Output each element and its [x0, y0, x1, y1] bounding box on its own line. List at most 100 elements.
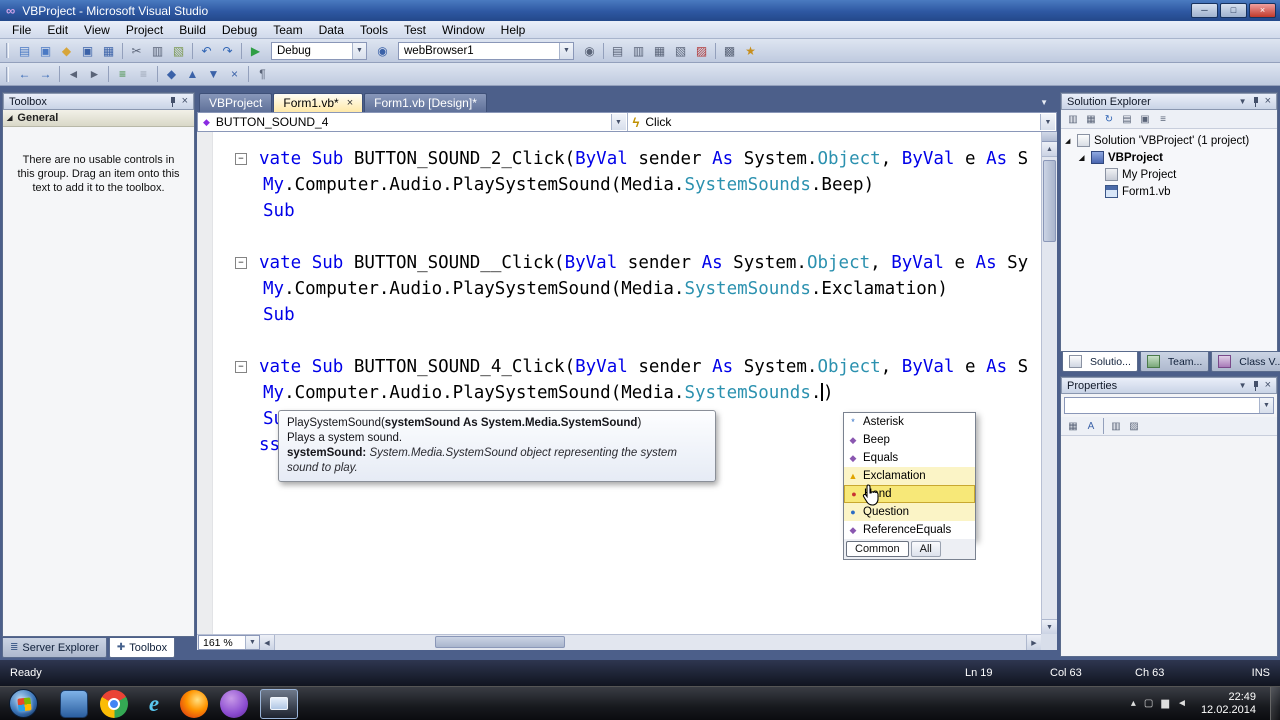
close-icon[interactable]: ×	[1265, 380, 1271, 391]
tray-action-center-icon[interactable]: ▢	[1144, 698, 1153, 709]
menu-item-edit[interactable]: Edit	[39, 22, 76, 38]
events-dropdown[interactable]: ϟ Click ▼	[627, 113, 1057, 131]
vertical-scroll-thumb[interactable]	[1043, 160, 1056, 242]
new-project-icon[interactable]: ▤	[14, 41, 35, 61]
taskbar-firefox-icon[interactable]	[180, 690, 208, 718]
find-in-files-icon[interactable]: ◉	[579, 41, 600, 61]
alphabetical-icon[interactable]: A	[1082, 418, 1100, 434]
window-position-icon[interactable]: ▼	[1239, 97, 1247, 106]
code-line[interactable]: My.Computer.Audio.PlaySystemSound(Media.…	[197, 172, 1041, 198]
taskbar-internet-explorer-icon[interactable]: e	[140, 690, 168, 718]
uncomment-icon[interactable]: ≡	[133, 64, 154, 84]
scroll-down-icon[interactable]: ▼	[1042, 619, 1057, 634]
show-all-files-icon[interactable]: ▦	[1082, 111, 1100, 127]
window-position-icon[interactable]: ▼	[1239, 381, 1247, 390]
expand-all-icon[interactable]: ≡	[1154, 111, 1172, 127]
completion-item-exclamation[interactable]: ▲Exclamation	[844, 467, 975, 485]
immediate-window-icon[interactable]: ▩	[719, 41, 740, 61]
menu-item-tools[interactable]: Tools	[352, 22, 396, 38]
tray-network-icon[interactable]: ▆	[1161, 698, 1169, 709]
maximize-button[interactable]: □	[1220, 3, 1247, 18]
chevron-down-icon[interactable]: ▼	[352, 43, 366, 59]
chevron-down-icon[interactable]: ▼	[611, 114, 626, 130]
toolbox-general-section[interactable]: ◢ General	[3, 110, 194, 127]
code-line[interactable]: Sub	[197, 302, 1041, 328]
properties-icon[interactable]: ▥	[1064, 111, 1082, 127]
object-browser-icon[interactable]: ▦	[649, 41, 670, 61]
completion-item-referenceequals[interactable]: ◆ReferenceEquals	[844, 521, 975, 539]
pin-icon[interactable]	[169, 96, 177, 107]
close-tab-icon[interactable]: ×	[347, 97, 353, 109]
menu-item-data[interactable]: Data	[311, 22, 352, 38]
toolbox-tab[interactable]: ✚ Toolbox	[109, 638, 175, 658]
toolbox-window-icon[interactable]: ▧	[670, 41, 691, 61]
splitter-handle[interactable]	[1042, 132, 1057, 142]
taskbar-clock[interactable]: 22:49 12.02.2014	[1201, 691, 1256, 717]
find-icon[interactable]: ◉	[372, 41, 393, 61]
menu-item-build[interactable]: Build	[171, 22, 214, 38]
chevron-down-icon[interactable]: ▼	[245, 636, 259, 649]
solution-configurations-dropdown[interactable]: Debug ▼	[271, 42, 367, 60]
fold-collapse-icon[interactable]: −	[235, 153, 247, 165]
close-icon[interactable]: ×	[1265, 96, 1271, 107]
close-icon[interactable]: ×	[182, 96, 188, 107]
find-combo[interactable]: webBrowser1 ▼	[398, 42, 574, 60]
completion-tab-all[interactable]: All	[911, 541, 941, 557]
save-icon[interactable]: ▣	[77, 41, 98, 61]
fold-collapse-icon[interactable]: −	[235, 257, 247, 269]
menu-item-view[interactable]: View	[76, 22, 118, 38]
minimize-button[interactable]: ─	[1191, 3, 1218, 18]
pin-icon[interactable]	[1252, 380, 1260, 391]
scroll-right-icon[interactable]: ▶	[1026, 635, 1041, 650]
fold-collapse-icon[interactable]: −	[235, 361, 247, 373]
add-item-icon[interactable]: ▣	[35, 41, 56, 61]
prev-bookmark-icon[interactable]: ▲	[182, 64, 203, 84]
properties-object-dropdown[interactable]: ▼	[1064, 397, 1274, 414]
taskbar-active-app-icon[interactable]	[260, 689, 298, 719]
menu-item-test[interactable]: Test	[396, 22, 434, 38]
solution-explorer-header[interactable]: Solution Explorer ▼ ×	[1061, 93, 1277, 110]
code-line[interactable]: My.Computer.Audio.PlaySystemSound(Media.…	[197, 380, 1041, 406]
completion-item-equals[interactable]: ◆Equals	[844, 449, 975, 467]
toolbar-grip[interactable]	[6, 43, 9, 58]
start-page-icon[interactable]: ★	[740, 41, 761, 61]
horizontal-scrollbar[interactable]: 161 % ▼ ◀ ▶	[197, 634, 1041, 650]
code-line[interactable]	[197, 224, 1041, 250]
expander-icon[interactable]: ◢	[1065, 137, 1077, 145]
code-line[interactable]: −vate Sub BUTTON_SOUND__Click(ByVal send…	[197, 250, 1041, 276]
clear-bookmarks-icon[interactable]: ×	[224, 64, 245, 84]
properties-window-icon[interactable]: ▥	[628, 41, 649, 61]
tab-vbproject[interactable]: VBProject	[199, 93, 272, 112]
increase-indent-icon[interactable]: ►	[84, 64, 105, 84]
categorized-icon[interactable]: ▦	[1064, 418, 1082, 434]
open-file-icon[interactable]: ◆	[56, 41, 77, 61]
menu-item-help[interactable]: Help	[493, 22, 534, 38]
tray-show-hidden-icons-icon[interactable]: ▴	[1131, 698, 1136, 709]
panel-tab-team[interactable]: Team...	[1140, 352, 1209, 372]
title-bar[interactable]: ∞ VBProject - Microsoft Visual Studio ─ …	[0, 0, 1280, 21]
quick-info-icon[interactable]: ¶	[252, 64, 273, 84]
copy-icon[interactable]: ▥	[147, 41, 168, 61]
completion-item-asterisk[interactable]: *Asterisk	[844, 413, 975, 431]
tray-volume-icon[interactable]: ◄	[1177, 698, 1187, 709]
tree-item-solution-vbproject-1-project[interactable]: ◢Solution 'VBProject' (1 project)	[1061, 132, 1277, 149]
panel-tab-class-v[interactable]: Class V...	[1211, 352, 1280, 372]
horizontal-scroll-thumb[interactable]	[435, 636, 565, 648]
menu-item-debug[interactable]: Debug	[214, 22, 265, 38]
close-button[interactable]: ×	[1249, 3, 1276, 18]
tab-form1-vb[interactable]: Form1.vb*×	[273, 93, 363, 112]
server-explorer-tab[interactable]: ≣ Server Explorer	[2, 638, 107, 658]
toolbar-grip[interactable]	[6, 67, 9, 82]
properties-icon[interactable]: ▥	[1107, 418, 1125, 434]
scroll-left-icon[interactable]: ◀	[260, 635, 275, 650]
tree-item-my-project[interactable]: My Project	[1061, 166, 1277, 183]
paste-icon[interactable]: ▧	[168, 41, 189, 61]
view-designer-icon[interactable]: ▣	[1136, 111, 1154, 127]
code-line[interactable]	[197, 328, 1041, 354]
property-pages-icon[interactable]: ▨	[1125, 418, 1143, 434]
tree-item-form1-vb[interactable]: Form1.vb	[1061, 183, 1277, 200]
pin-icon[interactable]	[1252, 96, 1260, 107]
toggle-bookmark-icon[interactable]: ◆	[161, 64, 182, 84]
scroll-up-icon[interactable]: ▲	[1042, 142, 1057, 157]
properties-header[interactable]: Properties ▼ ×	[1061, 377, 1277, 394]
